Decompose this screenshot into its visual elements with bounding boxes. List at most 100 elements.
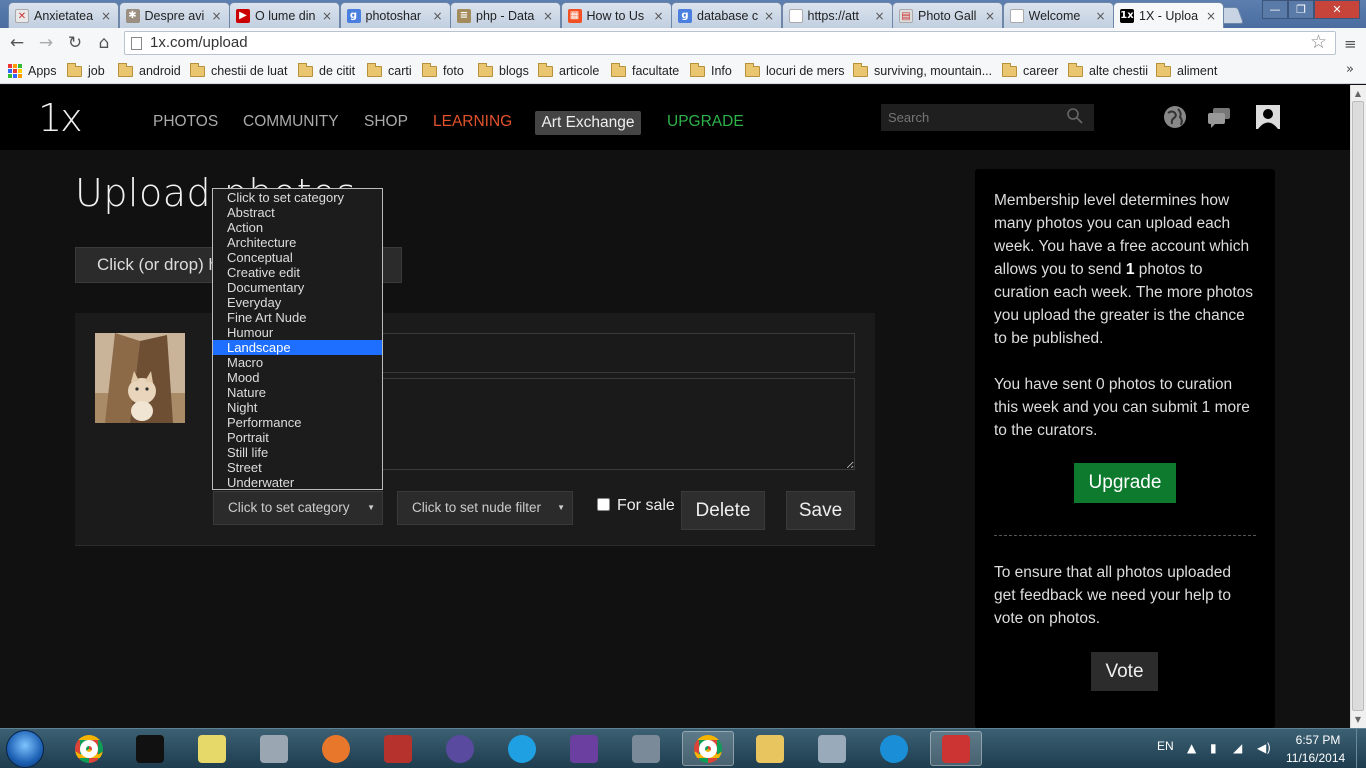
- nav-art-exchange[interactable]: Art Exchange: [535, 111, 641, 135]
- category-option[interactable]: Macro: [213, 355, 382, 370]
- forward-button[interactable]: →: [35, 33, 57, 53]
- show-desktop-button[interactable]: [1356, 729, 1366, 768]
- for-sale-checkbox[interactable]: [597, 498, 610, 511]
- category-option[interactable]: Mood: [213, 370, 382, 385]
- taskbar-app[interactable]: [620, 731, 672, 766]
- nav-upgrade[interactable]: UPGRADE: [667, 113, 744, 131]
- bookmark-folder[interactable]: chestii de luat: [190, 62, 287, 80]
- nav-community[interactable]: COMMUNITY: [243, 113, 339, 131]
- bookmark-apps[interactable]: Apps: [8, 62, 57, 80]
- bookmark-folder[interactable]: blogs: [478, 62, 529, 80]
- volume-icon[interactable]: ◀): [1257, 741, 1271, 755]
- category-option[interactable]: Portrait: [213, 430, 382, 445]
- bookmark-folder[interactable]: android: [118, 62, 181, 80]
- site-logo[interactable]: 1x: [38, 96, 83, 140]
- category-option[interactable]: Street: [213, 460, 382, 475]
- clock-time[interactable]: 6:57 PM: [1293, 733, 1343, 747]
- search-input[interactable]: [881, 104, 1094, 131]
- bookmark-folder[interactable]: carti: [367, 62, 412, 80]
- network-icon[interactable]: ◢: [1233, 741, 1242, 755]
- bookmark-folder[interactable]: Info: [690, 62, 732, 80]
- scroll-down-icon[interactable]: ▼: [1350, 712, 1366, 728]
- tab-close-icon[interactable]: ×: [321, 9, 333, 23]
- start-button[interactable]: [6, 730, 44, 768]
- category-option[interactable]: Performance: [213, 415, 382, 430]
- tab-close-icon[interactable]: ×: [432, 9, 444, 23]
- globe-icon[interactable]: [1162, 104, 1188, 130]
- browser-tab[interactable]: ▶ O lume din ×: [229, 2, 340, 28]
- bookmark-folder[interactable]: facultate: [611, 62, 679, 80]
- minimize-button[interactable]: —: [1262, 0, 1288, 19]
- taskbar-app[interactable]: [248, 731, 300, 766]
- scrollbar-thumb[interactable]: [1352, 101, 1364, 711]
- back-button[interactable]: ←: [6, 33, 28, 53]
- browser-tab[interactable]: ▦ How to Us ×: [560, 2, 672, 28]
- category-option[interactable]: Architecture: [213, 235, 382, 250]
- home-button[interactable]: ⌂: [93, 33, 115, 53]
- tab-close-icon[interactable]: ×: [763, 9, 775, 23]
- browser-menu-icon[interactable]: ≡: [1344, 35, 1357, 53]
- taskbar-app[interactable]: [124, 731, 176, 766]
- browser-tab[interactable]: g database c ×: [671, 2, 782, 28]
- browser-tab[interactable]: Welcome ×: [1002, 2, 1114, 28]
- taskbar-app[interactable]: [744, 731, 796, 766]
- nav-learning[interactable]: LEARNING: [433, 113, 512, 131]
- maximize-button[interactable]: ❐: [1288, 0, 1314, 19]
- bookmark-folder[interactable]: career: [1002, 62, 1058, 80]
- for-sale-label[interactable]: For sale: [617, 497, 675, 515]
- taskbar-app[interactable]: [63, 731, 115, 766]
- bookmark-star-icon[interactable]: ☆: [1310, 31, 1327, 53]
- bookmark-folder[interactable]: surviving, mountain...: [853, 62, 992, 80]
- nude-filter-select[interactable]: Click to set nude filter ▼: [397, 491, 573, 525]
- category-option[interactable]: Night: [213, 400, 382, 415]
- browser-tab[interactable]: https://att ×: [781, 2, 893, 28]
- category-option[interactable]: Action: [213, 220, 382, 235]
- language-indicator[interactable]: EN: [1157, 739, 1174, 753]
- bookmark-folder[interactable]: articole: [538, 62, 599, 80]
- taskbar-app[interactable]: [434, 731, 486, 766]
- tab-close-icon[interactable]: ×: [1205, 9, 1217, 23]
- delete-button[interactable]: Delete: [681, 491, 765, 530]
- taskbar-app[interactable]: [310, 731, 362, 766]
- clock-date[interactable]: 11/16/2014: [1286, 751, 1345, 765]
- taskbar-app[interactable]: [372, 731, 424, 766]
- browser-tab[interactable]: ≡ php - Data ×: [450, 2, 561, 28]
- bookmark-folder[interactable]: de citit: [298, 62, 355, 80]
- scroll-up-icon[interactable]: ▲: [1350, 86, 1366, 102]
- tab-close-icon[interactable]: ×: [211, 9, 223, 23]
- tab-close-icon[interactable]: ×: [100, 9, 112, 23]
- category-option[interactable]: Fine Art Nude: [213, 310, 382, 325]
- tab-close-icon[interactable]: ×: [542, 9, 554, 23]
- category-option[interactable]: Nature: [213, 385, 382, 400]
- vote-button[interactable]: Vote: [1091, 652, 1158, 691]
- category-option[interactable]: Documentary: [213, 280, 382, 295]
- category-option[interactable]: Underwater: [213, 475, 382, 490]
- taskbar-app[interactable]: [930, 731, 982, 766]
- profile-icon[interactable]: [1255, 104, 1281, 130]
- taskbar-app[interactable]: [558, 731, 610, 766]
- browser-tab[interactable]: ▤ Photo Gall ×: [892, 2, 1003, 28]
- bookmarks-overflow-icon[interactable]: »: [1346, 62, 1354, 77]
- close-window-button[interactable]: ✕: [1314, 0, 1360, 19]
- photo-thumbnail[interactable]: [95, 333, 185, 423]
- address-bar[interactable]: [124, 31, 1336, 55]
- taskbar-app[interactable]: [868, 731, 920, 766]
- category-option[interactable]: Conceptual: [213, 250, 382, 265]
- search-icon[interactable]: [1066, 107, 1084, 125]
- bookmark-folder[interactable]: locuri de mers: [745, 62, 845, 80]
- taskbar-app[interactable]: [186, 731, 238, 766]
- browser-tab[interactable]: g photoshar ×: [339, 2, 451, 28]
- reload-button[interactable]: ↻: [64, 33, 86, 53]
- bookmark-folder[interactable]: alte chestii: [1068, 62, 1148, 80]
- taskbar-app[interactable]: [806, 731, 858, 766]
- save-button[interactable]: Save: [786, 491, 855, 530]
- bookmark-folder[interactable]: foto: [422, 62, 464, 80]
- category-select[interactable]: Click to set category ▼: [213, 491, 383, 525]
- category-option[interactable]: Everyday: [213, 295, 382, 310]
- browser-tab[interactable]: ✱ Despre avi ×: [118, 2, 230, 28]
- bookmark-folder[interactable]: job: [67, 62, 105, 80]
- taskbar-app[interactable]: [496, 731, 548, 766]
- tab-close-icon[interactable]: ×: [653, 9, 665, 23]
- category-option[interactable]: Still life: [213, 445, 382, 460]
- browser-tab[interactable]: 1x 1X - Uploa ×: [1113, 2, 1224, 28]
